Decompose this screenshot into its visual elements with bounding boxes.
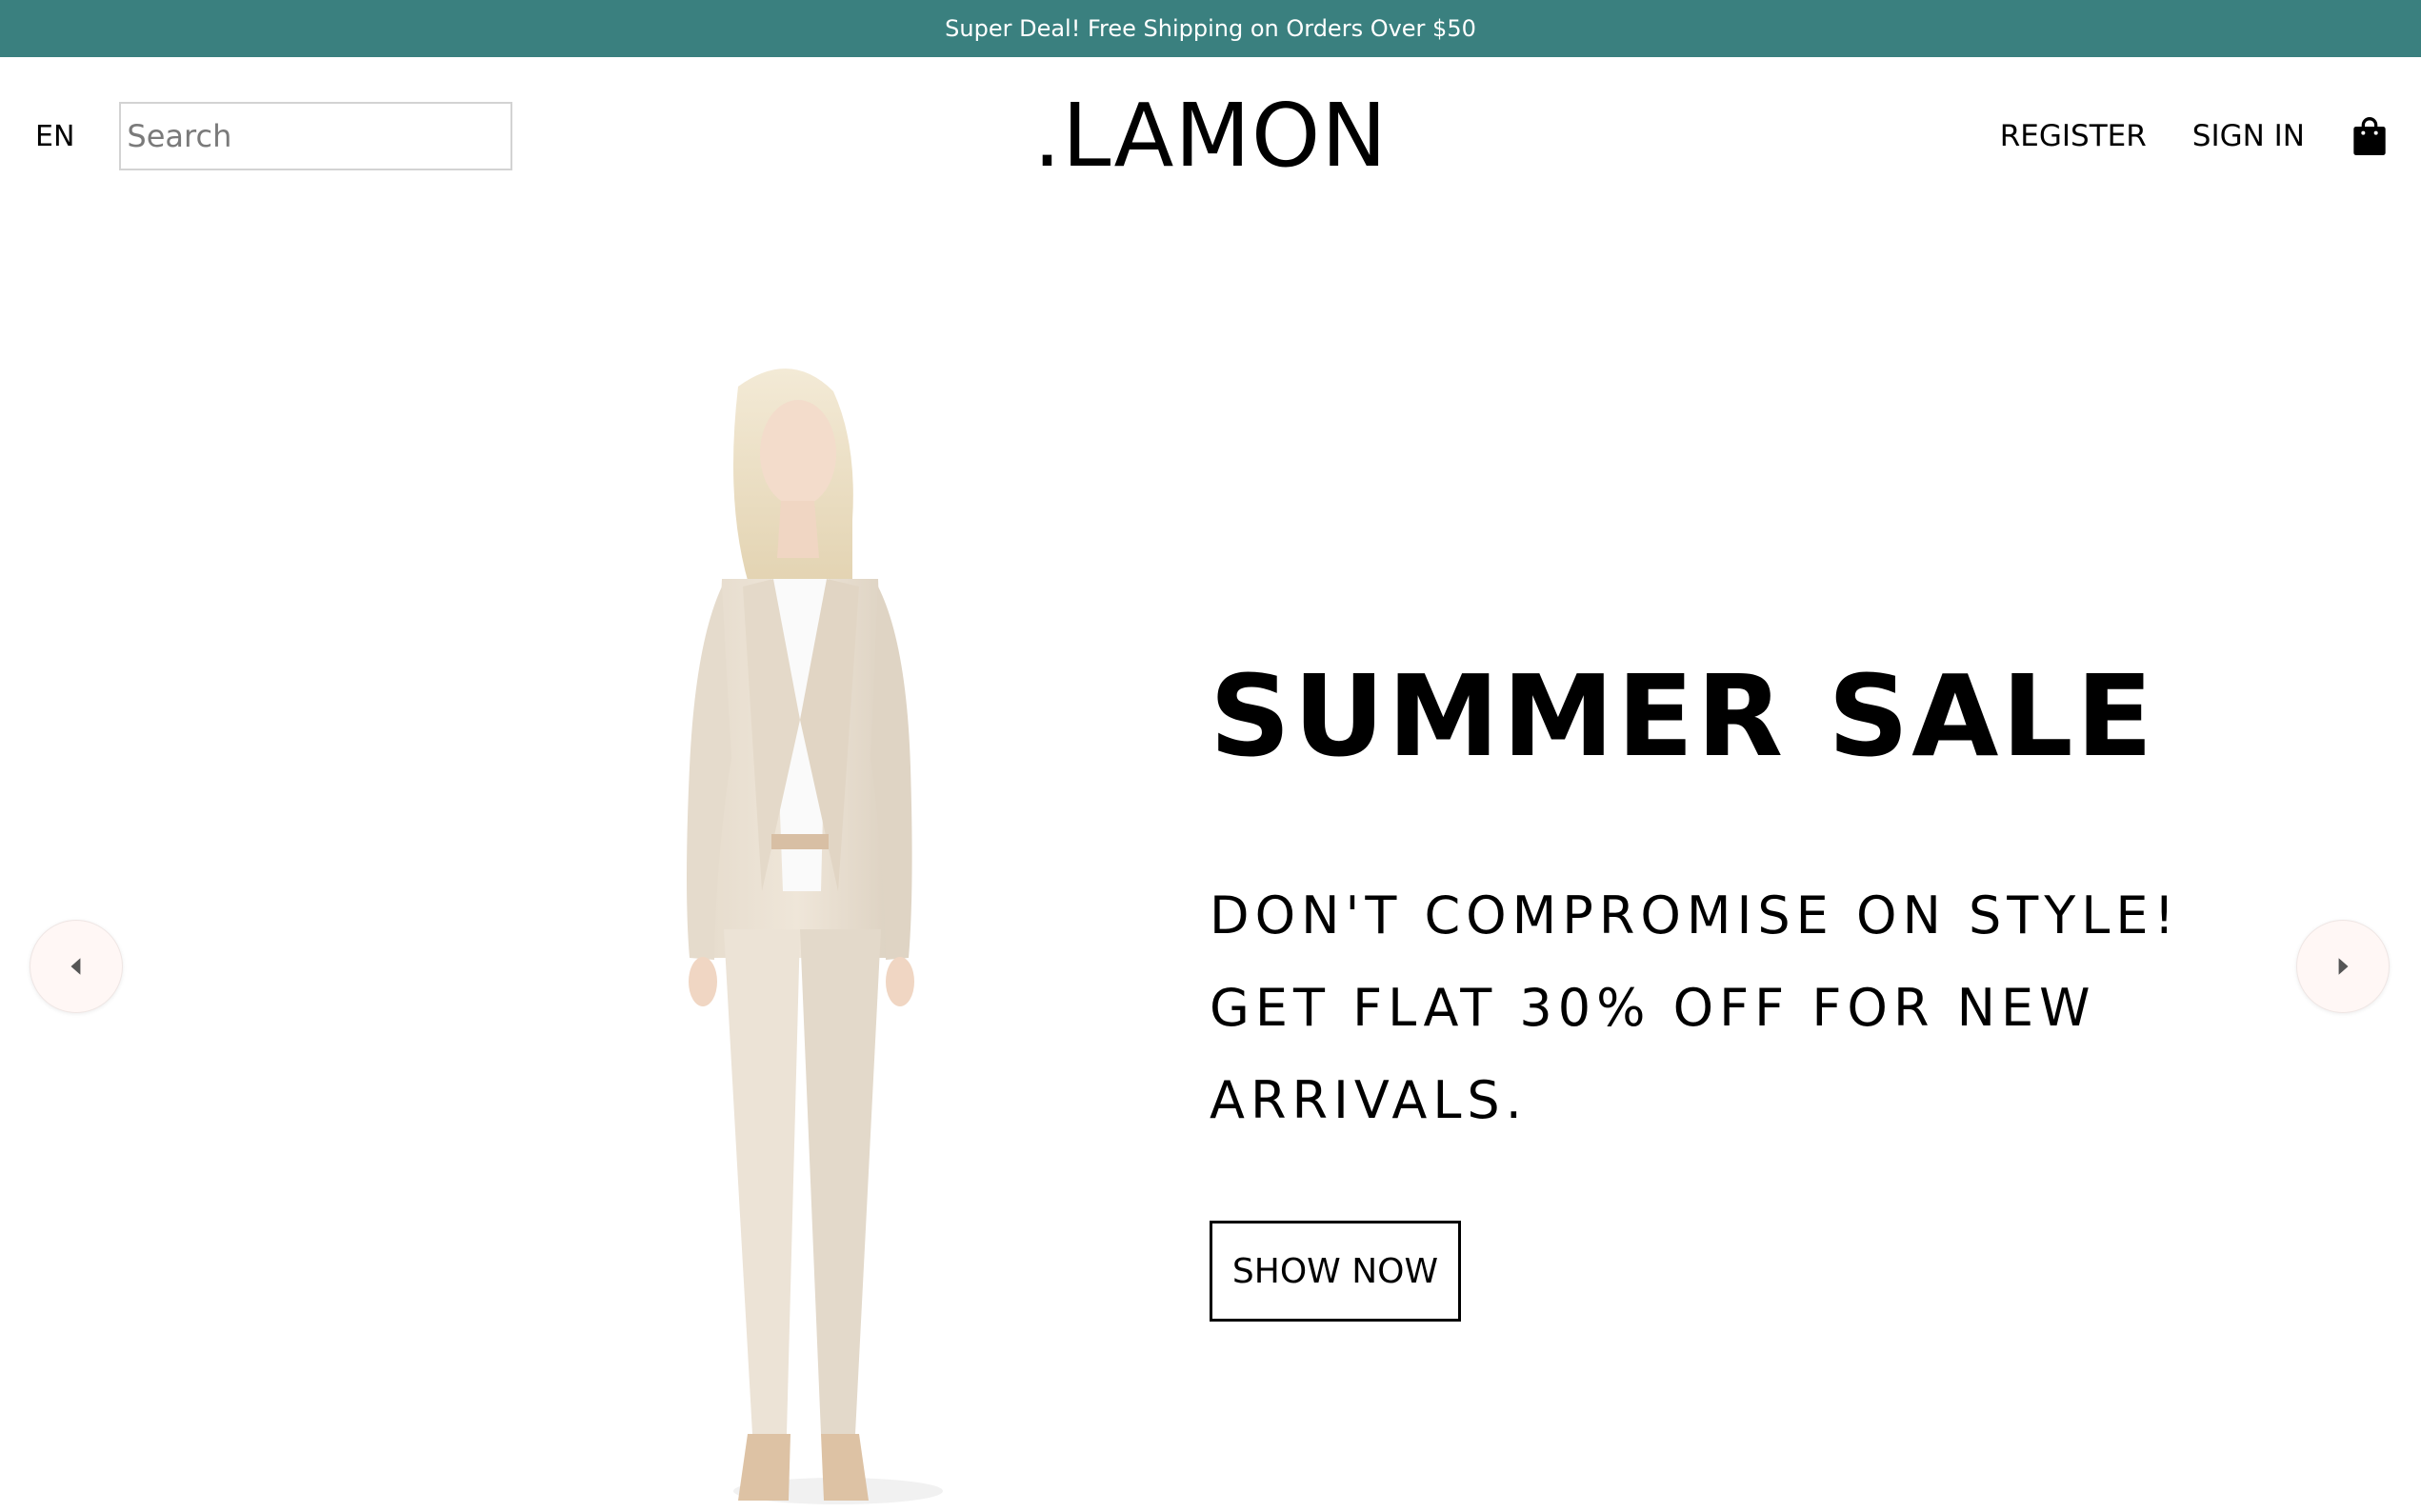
hero-title: SUMMER SALE — [1210, 650, 2156, 782]
top-navbar: EN .LAMON REGISTER SIGN IN — [0, 57, 2421, 215]
hero-slider: SUMMER SALE DON'T COMPROMISE ON STYLE! G… — [0, 215, 2421, 1512]
caret-left-icon — [70, 958, 81, 975]
search-container — [119, 102, 513, 170]
show-now-button[interactable]: SHOW NOW — [1210, 1221, 1461, 1322]
announcement-bar: Super Deal! Free Shipping on Orders Over… — [0, 0, 2421, 57]
announcement-text: Super Deal! Free Shipping on Orders Over… — [945, 15, 1476, 42]
model-photo — [687, 368, 943, 1504]
language-selector[interactable]: EN — [35, 120, 74, 153]
brand-logo[interactable]: .LAMON — [1033, 85, 1388, 187]
shopping-bag-icon[interactable] — [2351, 115, 2389, 157]
nav-right-group: REGISTER SIGN IN — [1954, 102, 2389, 170]
nav-left-group: EN — [35, 102, 513, 170]
hero-text-block: SUMMER SALE DON'T COMPROMISE ON STYLE! G… — [1210, 649, 2257, 1146]
slider-next-button[interactable] — [2296, 920, 2390, 1013]
register-link[interactable]: REGISTER — [2000, 119, 2147, 153]
hero-description: DON'T COMPROMISE ON STYLE! GET FLAT 30% … — [1210, 885, 2181, 1130]
sign-in-link[interactable]: SIGN IN — [2192, 119, 2305, 153]
caret-right-icon — [2338, 958, 2349, 975]
search-input[interactable] — [125, 117, 510, 155]
slider-prev-button[interactable] — [30, 920, 123, 1013]
